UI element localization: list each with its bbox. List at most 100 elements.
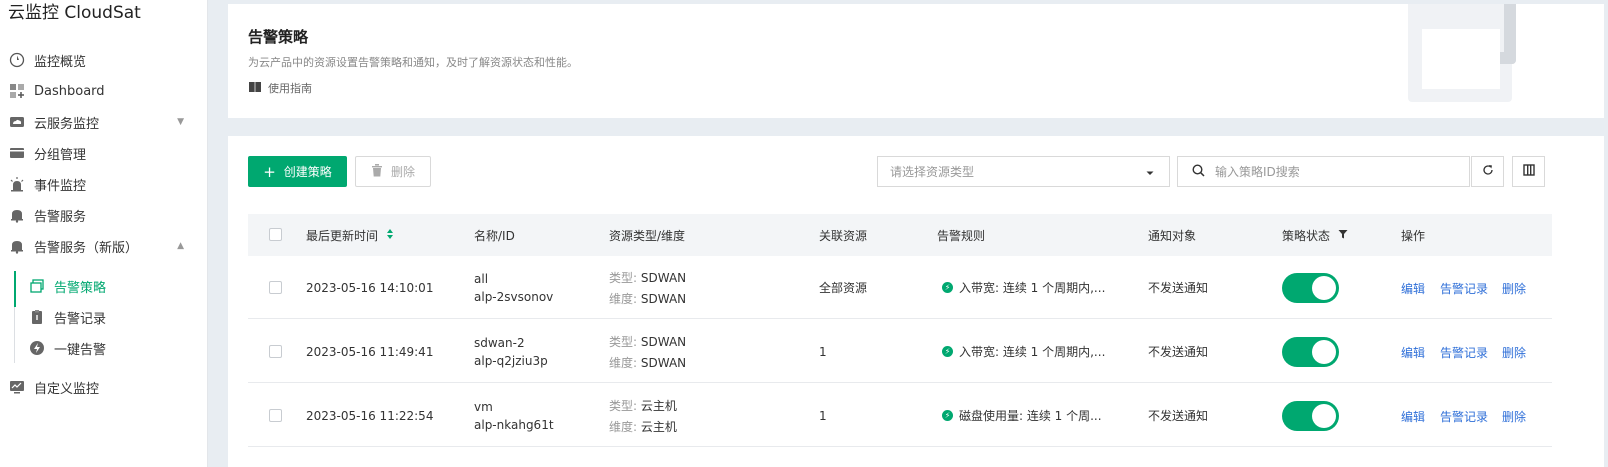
row-resource-cell: 类型: SDWAN 维度: SDWAN xyxy=(609,320,686,383)
sidebar-item-event[interactable]: 事件监控 xyxy=(0,169,208,199)
sidebar-item-custom[interactable]: 自定义监控 xyxy=(0,372,208,402)
sidebar-item-label: Dashboard xyxy=(34,83,105,99)
row-checkbox[interactable] xyxy=(269,409,282,422)
col-header-time[interactable]: 最后更新时间 xyxy=(306,214,394,256)
alarm-record-link[interactable]: 告警记录 xyxy=(1440,344,1488,361)
toggle-knob xyxy=(1312,276,1336,300)
alarm-record-link[interactable]: 告警记录 xyxy=(1440,280,1488,297)
delete-link[interactable]: 删除 xyxy=(1502,408,1526,425)
row-resource-cell: 类型: SDWAN 维度: SDWAN xyxy=(609,256,686,319)
filter-icon[interactable] xyxy=(1338,228,1348,242)
guide-link[interactable]: 使用指南 xyxy=(248,80,312,96)
sidebar-subitem-quick[interactable]: 一键告警 xyxy=(14,333,208,363)
sidebar-subitem-label: 告警记录 xyxy=(54,311,107,327)
row-dim: 云主机 xyxy=(640,419,677,434)
col-header-status[interactable]: 策略状态 xyxy=(1282,214,1348,256)
sidebar-subitem-policy[interactable]: 告警策略 xyxy=(14,271,208,301)
plus-icon: + xyxy=(263,162,276,181)
select-all-checkbox[interactable] xyxy=(269,228,282,241)
sidebar-item-overview[interactable]: 监控概览 xyxy=(0,45,208,75)
sort-icon[interactable] xyxy=(386,228,394,243)
sidebar-item-cloud-service[interactable]: 云服务监控 ▼ xyxy=(0,107,208,137)
row-id: alp-2svsonov xyxy=(474,289,554,304)
siren-icon xyxy=(8,175,26,193)
row-name-cell: all alp-2svsonov xyxy=(474,256,553,319)
col-header-related: 关联资源 xyxy=(819,228,868,243)
page-description: 为云产品中的资源设置告警策略和通知，及时了解资源状态和性能。 xyxy=(248,56,578,69)
sidebar-item-alarm[interactable]: 告警服务 xyxy=(0,200,208,230)
row-checkbox[interactable] xyxy=(269,281,282,294)
sidebar-item-alarm-new[interactable]: 告警服务（新版） ▲ xyxy=(0,231,208,261)
edit-link[interactable]: 编辑 xyxy=(1401,280,1425,297)
delete-label: 删除 xyxy=(390,165,415,179)
delete-link[interactable]: 删除 xyxy=(1502,280,1526,297)
resource-type-select[interactable]: 请选择资源类型 xyxy=(877,156,1170,187)
dim-prefix: 维度: xyxy=(609,291,638,306)
row-rule: 入带宽: 连续 1 个周期内,... xyxy=(959,345,1106,359)
folder-icon xyxy=(8,144,26,162)
sidebar-item-dashboard[interactable]: Dashboard xyxy=(0,76,208,106)
refresh-button[interactable] xyxy=(1471,156,1504,187)
row-name-cell: vm alp-nkahg61t xyxy=(474,384,554,447)
col-header-notify: 通知对象 xyxy=(1148,228,1197,243)
sidebar-item-label: 自定义监控 xyxy=(34,381,100,397)
sidebar-item-label: 监控概览 xyxy=(34,54,87,70)
row-checkbox[interactable] xyxy=(269,345,282,358)
edit-link[interactable]: 编辑 xyxy=(1401,408,1425,425)
policy-status-toggle[interactable] xyxy=(1282,337,1339,367)
col-header-rule: 告警规则 xyxy=(937,228,986,243)
sidebar-item-label: 分组管理 xyxy=(34,147,87,163)
chevron-up-icon: ▲ xyxy=(177,241,184,251)
sidebar-item-group[interactable]: 分组管理 xyxy=(0,138,208,168)
brand-title: 云监控 CloudSat xyxy=(8,3,141,23)
create-policy-label: 创建策略 xyxy=(283,165,332,179)
lightning-icon: ⚡ xyxy=(942,410,953,421)
book-icon xyxy=(248,81,262,96)
page-header: 告警策略 为云产品中的资源设置告警策略和通知，及时了解资源状态和性能。 使用指南 xyxy=(228,4,1604,118)
policy-icon xyxy=(28,277,46,295)
type-prefix: 类型: xyxy=(609,334,638,349)
lightning-icon xyxy=(28,339,46,357)
edit-link[interactable]: 编辑 xyxy=(1401,344,1425,361)
delete-button[interactable]: 删除 xyxy=(355,156,431,187)
grid-plus-icon xyxy=(8,82,26,100)
policy-search-input[interactable]: 输入策略ID搜索 xyxy=(1177,156,1470,187)
row-type: SDWAN xyxy=(640,270,687,285)
search-icon xyxy=(1192,163,1205,180)
clipboard-icon xyxy=(28,308,46,326)
row-dim: SDWAN xyxy=(640,355,687,370)
row-notify: 不发送通知 xyxy=(1148,281,1209,295)
sidebar-item-label: 告警服务 xyxy=(34,209,87,225)
row-name[interactable]: all xyxy=(474,272,553,286)
delete-link[interactable]: 删除 xyxy=(1502,344,1526,361)
row-related: 全部资源 xyxy=(819,281,868,295)
row-type: 云主机 xyxy=(640,398,677,413)
sidebar-item-label: 告警服务（新版） xyxy=(34,240,139,256)
caret-down-icon xyxy=(1145,167,1155,181)
row-time: 2023-05-16 14:10:01 xyxy=(306,280,434,295)
guide-label: 使用指南 xyxy=(268,82,312,95)
column-settings-button[interactable] xyxy=(1512,156,1545,187)
table-row: 2023-05-16 14:10:01 all alp-2svsonov 类型:… xyxy=(248,256,1552,319)
toggle-knob xyxy=(1312,340,1336,364)
col-time-label: 最后更新时间 xyxy=(306,228,379,243)
type-prefix: 类型: xyxy=(609,270,638,285)
alarm-record-link[interactable]: 告警记录 xyxy=(1440,408,1488,425)
header-illustration xyxy=(1408,4,1518,109)
col-header-resource: 资源类型/维度 xyxy=(609,228,686,243)
trash-icon xyxy=(371,163,383,180)
row-time: 2023-05-16 11:22:54 xyxy=(306,408,434,423)
columns-icon xyxy=(1522,164,1535,179)
row-name[interactable]: sdwan-2 xyxy=(474,336,548,350)
sidebar-subitem-label: 一键告警 xyxy=(54,342,107,358)
sidebar-subitem-record[interactable]: 告警记录 xyxy=(14,302,208,332)
sidebar-subitem-label: 告警策略 xyxy=(54,280,107,296)
policy-status-toggle[interactable] xyxy=(1282,401,1339,431)
create-policy-button[interactable]: + 创建策略 xyxy=(248,156,347,187)
row-resource-cell: 类型: 云主机 维度: 云主机 xyxy=(609,384,677,447)
row-name[interactable]: vm xyxy=(474,400,554,414)
policy-status-toggle[interactable] xyxy=(1282,273,1339,303)
sidebar-item-label: 云服务监控 xyxy=(34,116,100,132)
page-title: 告警策略 xyxy=(248,28,309,46)
row-name-cell: sdwan-2 alp-q2jziu3p xyxy=(474,320,548,383)
